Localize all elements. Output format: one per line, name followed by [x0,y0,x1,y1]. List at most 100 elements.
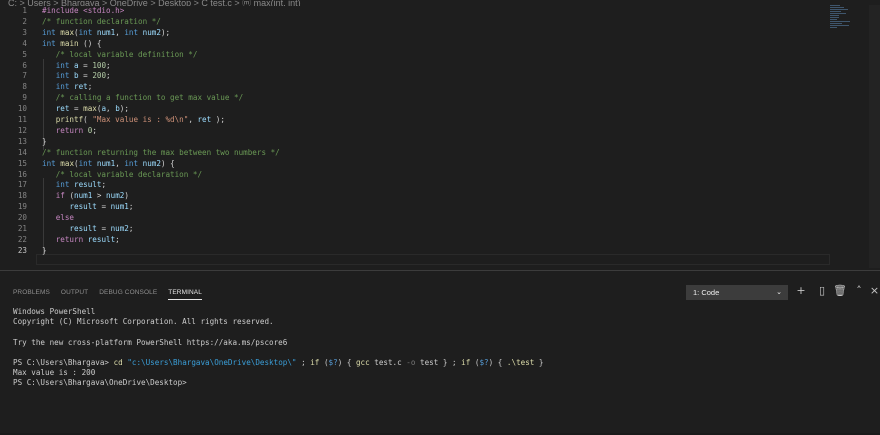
tab-terminal[interactable]: TERMINAL [168,288,202,300]
code-token: num1 [74,191,93,201]
code-line[interactable]: 4 int main () { [0,39,830,50]
close-icon[interactable]: × [869,284,880,298]
code-text: int result; [42,180,106,191]
code-editor[interactable]: 1 #include <stdio.h> 2 /* function declarat… [0,5,880,268]
terminal-token: PS C:\Users\Bhargava\OneDrive\Desktop> [13,378,187,388]
code-line[interactable]: 18 if (num1 > num2) [0,191,830,202]
code-text: } [42,137,47,148]
line-number: 15 [17,158,27,168]
split-icon[interactable]: ▯ [815,284,829,298]
tab-debug-console[interactable]: DEBUG CONSOLE [99,288,157,300]
code-token: printf [55,115,84,124]
code-token: num1 [110,202,129,212]
terminal-token: Windows PowerShell [13,307,96,316]
code-line[interactable]: 21 result = num2; [0,224,830,235]
code-text: printf( "Max value is : %d\n", ret ); [42,115,225,126]
code-line[interactable]: 20 else [0,213,830,224]
bottom-panel: PROBLEMS OUTPUT DEBUG CONSOLE TERMINAL 1: C… [0,270,880,435]
terminal-selector-value: 1: Code [693,288,720,297]
chevron-up-icon[interactable]: ˄ [852,284,866,298]
line-number: 11 [17,115,27,124]
code-line[interactable]: 16 /* local variable declaration */ [0,170,830,181]
code-line[interactable]: 11 printf( "Max value is : %d\n", ret ); [0,115,830,126]
trash-icon[interactable]: 🗑 [833,284,847,298]
code-token: ; [128,224,134,233]
tab-problems[interactable]: PROBLEMS [13,288,50,300]
code-line[interactable]: 1 #include <stdio.h> [0,6,830,17]
code-line[interactable]: 9 /* calling a function to get max value… [0,93,830,104]
code-line[interactable]: 19 result = num1; [0,202,830,213]
code-token: max [60,27,75,37]
code-token: ); [211,115,225,124]
line-number: 14 [17,147,27,157]
code-text: ret = max(a, b); [42,104,129,115]
code-line[interactable]: 10 ret = max(a, b); [0,104,830,115]
code-token: 200 [92,71,107,81]
code-text: /* function returning the max between tw… [42,148,280,159]
code-line[interactable]: 17 int result; [0,180,830,191]
code-token: () { [78,38,102,48]
line-number: 2 [22,16,27,26]
code-text: int ret; [42,82,93,93]
panel-tabs: PROBLEMS OUTPUT DEBUG CONSOLE TERMINAL [13,288,202,300]
code-line[interactable]: 2 /* function declaration */ [0,17,830,28]
terminal-token: gcc [355,358,370,367]
code-line[interactable]: 23} [0,246,830,257]
code-text: if (num1 > num2) [42,191,129,202]
code-line[interactable]: 15 int max(int num1, int num2) { [0,159,830,170]
code-token: main [60,38,79,48]
code-line[interactable]: 14 /* function returning the max between … [0,148,830,159]
terminal-token: Max value is : 200 [13,368,96,378]
code-line[interactable]: 3 int max(int num1, int num2); [0,28,830,39]
tab-output[interactable]: OUTPUT [61,288,88,300]
code-line[interactable]: 8 int ret; [0,82,830,93]
code-token: int [55,60,70,70]
code-token: = [69,104,84,114]
code-token: ; [87,82,93,92]
code-line[interactable]: 12 return 0; [0,126,830,137]
code-token: /* function returning the max between tw… [42,147,280,157]
code-token: = [78,71,93,81]
code-token: int [55,71,70,81]
terminal-token: Try the new cross-platform PowerShell ht… [13,337,288,347]
code-token: ; [92,125,97,135]
code-line[interactable]: 13} [0,137,830,148]
code-line[interactable]: 7 int b = 200; [0,71,830,82]
terminal-line: PS C:\Users\Bhargava> cd "c:\Users\Bharg… [13,358,544,368]
code-text: } [42,246,47,257]
line-number: 22 [17,234,27,244]
code-token: max [60,158,75,168]
code-token: else [55,213,75,223]
terminal-selector[interactable]: 1: Code ⌄ [686,285,788,300]
line-number: 19 [17,202,27,212]
terminal-line: PS C:\Users\Bhargava\OneDrive\Desktop> [13,378,187,388]
code-token: int [124,27,139,37]
code-text: #include <stdio.h> [42,6,124,17]
code-token: int [42,27,56,37]
code-token: result [74,180,102,190]
code-line[interactable]: 6 int a = 100; [0,61,830,72]
editor-scrollbar[interactable] [869,5,880,268]
code-token: int [78,158,93,168]
code-token: int [124,158,139,168]
code-line[interactable]: 5 /* local variable definition */ [0,50,830,61]
line-number: 1 [22,6,27,15]
code-line[interactable]: 22 return result; [0,235,830,246]
terminal-token: $? [328,358,338,367]
line-number: 21 [17,224,27,233]
code-token: max [83,104,97,114]
code-text: /* function declaration */ [42,17,161,28]
terminal-token: "c:\Users\Bhargava\OneDrive\Desktop\" [127,358,297,367]
code-token: int [78,27,93,37]
code-token: int [55,82,70,92]
code-text: int main () { [42,39,101,50]
code-token: ; [106,71,111,81]
code-token: ret [74,82,88,92]
plus-icon[interactable]: + [794,284,808,298]
minimap[interactable] [830,5,852,35]
